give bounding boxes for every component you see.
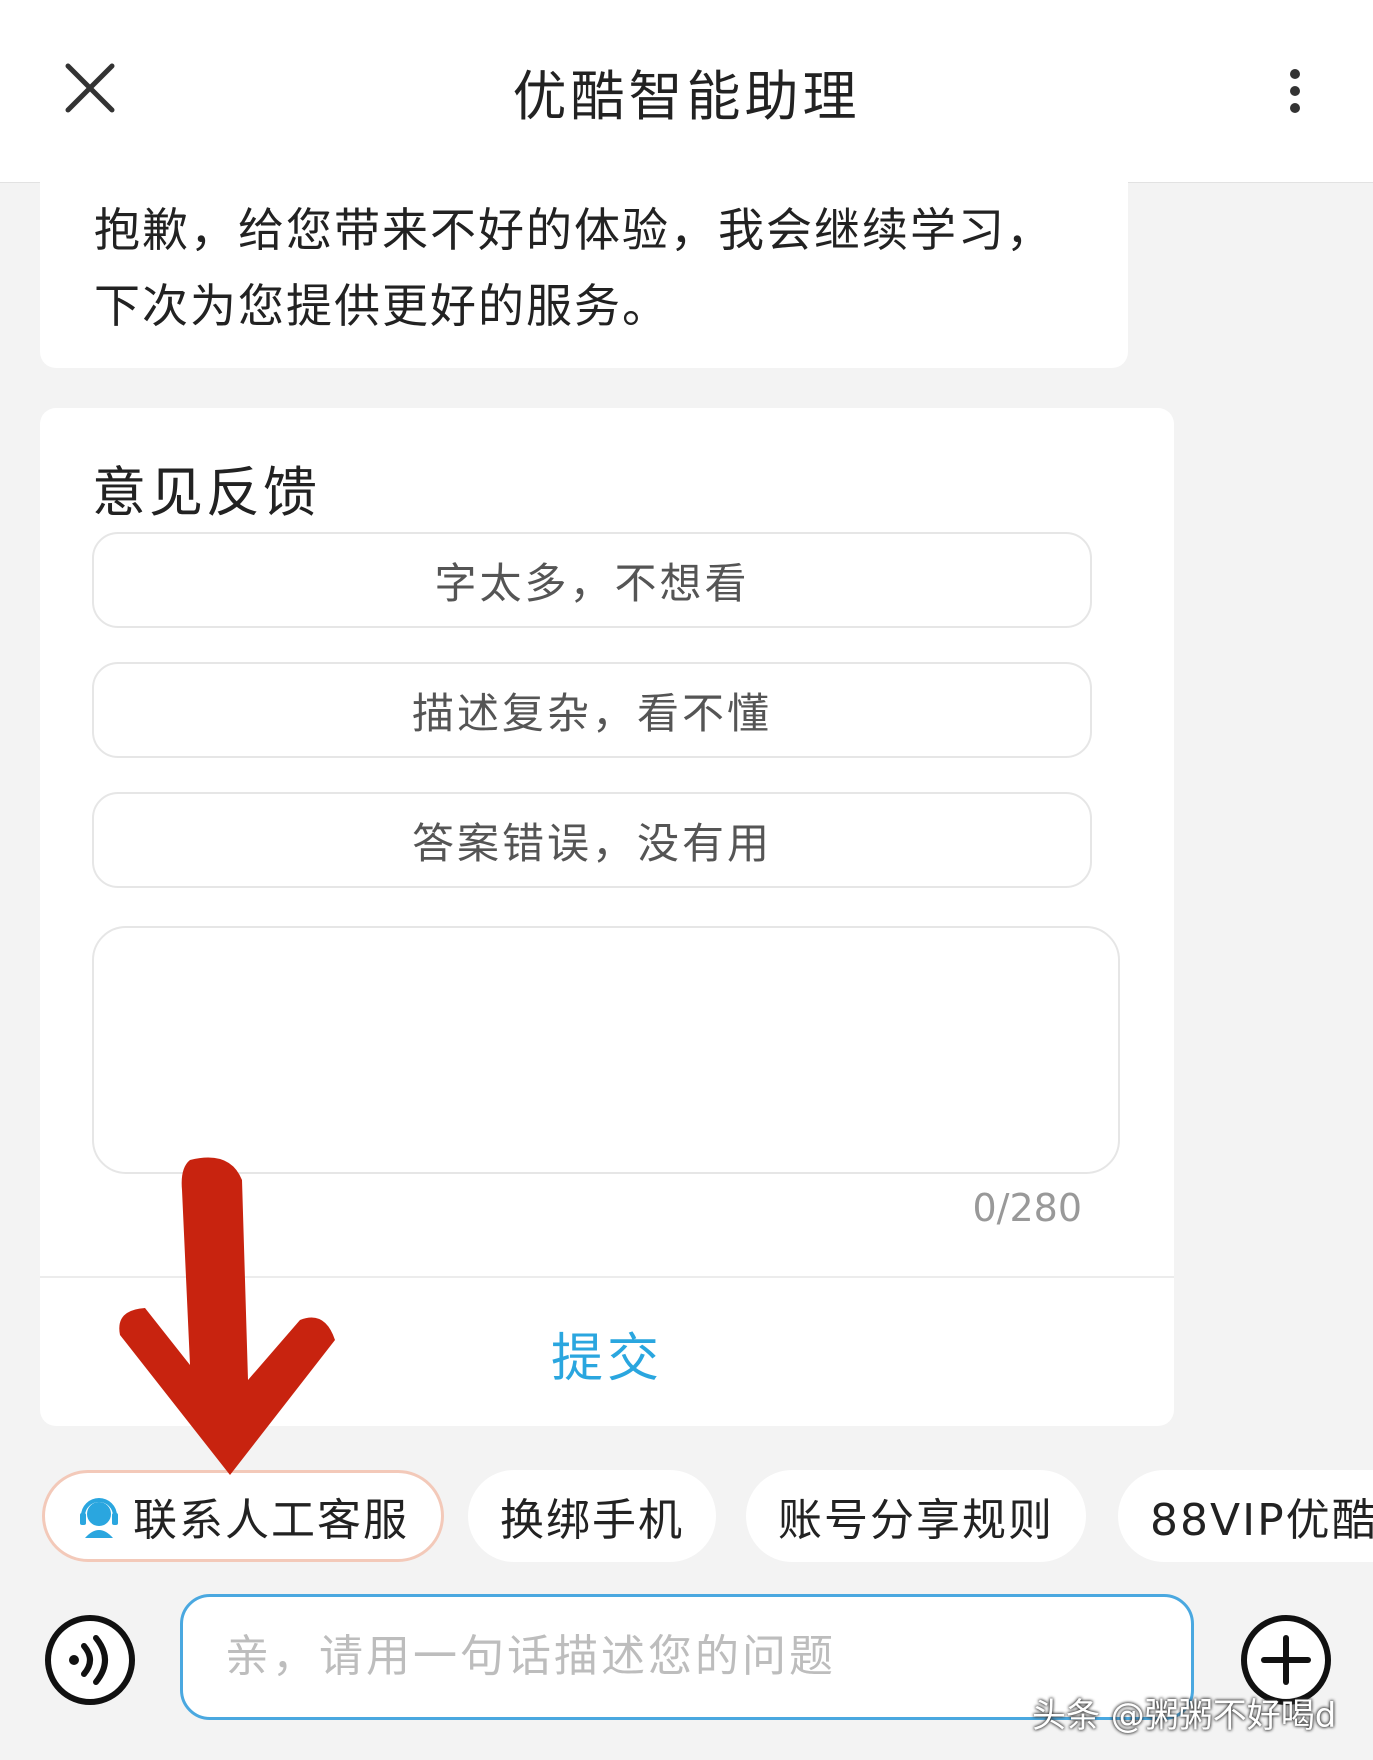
bot-message-text: 抱歉，给您带来不好的体验，我会继续学习，下次为您提供更好的服务。 bbox=[94, 203, 1054, 333]
customer-service-icon bbox=[80, 1498, 118, 1538]
chip-label: 联系人工客服 bbox=[133, 1495, 409, 1546]
chip-label: 88VIP优酷 bbox=[1150, 1495, 1373, 1546]
character-counter: 0/280 bbox=[972, 1186, 1082, 1230]
feedback-textarea[interactable] bbox=[92, 926, 1120, 1174]
feedback-title: 意见反馈 bbox=[92, 461, 320, 524]
feedback-option-wrong-answer[interactable]: 答案错误，没有用 bbox=[92, 792, 1092, 888]
chip-label: 账号分享规则 bbox=[778, 1495, 1054, 1546]
feedback-option-too-many-words[interactable]: 字太多，不想看 bbox=[92, 532, 1092, 628]
chip-label: 换绑手机 bbox=[500, 1495, 684, 1546]
top-bar: 优酷智能助理 bbox=[0, 0, 1373, 183]
bot-message-bubble: 抱歉，给您带来不好的体验，我会继续学习，下次为您提供更好的服务。 bbox=[40, 182, 1128, 368]
red-arrow-annotation bbox=[119, 1157, 336, 1475]
feedback-option-too-complex[interactable]: 描述复杂，看不懂 bbox=[92, 662, 1092, 758]
rebind-phone-chip[interactable]: 换绑手机 bbox=[468, 1470, 716, 1562]
page-title: 优酷智能助理 bbox=[512, 65, 861, 128]
voice-input-icon[interactable] bbox=[44, 1614, 136, 1706]
contact-human-agent-chip[interactable]: 联系人工客服 bbox=[42, 1470, 444, 1562]
more-options-icon[interactable] bbox=[1280, 66, 1310, 116]
watermark: 头条 @粥粥不好喝d bbox=[1032, 1696, 1337, 1736]
88vip-chip[interactable]: 88VIP优酷 bbox=[1118, 1470, 1373, 1562]
account-share-rules-chip[interactable]: 账号分享规则 bbox=[746, 1470, 1086, 1562]
